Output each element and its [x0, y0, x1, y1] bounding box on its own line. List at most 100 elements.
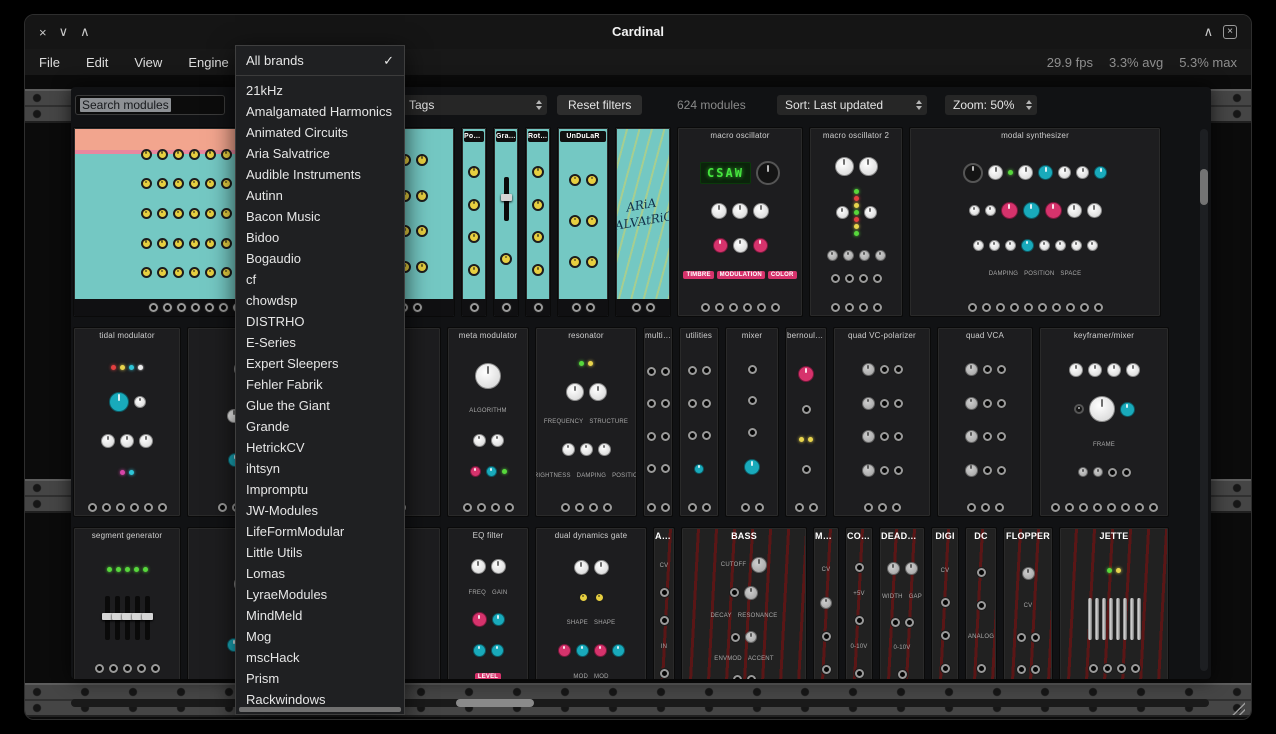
brand-item-little-utils[interactable]: Little Utils	[236, 542, 404, 563]
module-card-resonator[interactable]: resonatorFREQUENCYSTRUCTUREBRIGHTNESSDAM…	[535, 327, 637, 517]
brand-item-mog[interactable]: Mog	[236, 626, 404, 647]
knob	[1087, 203, 1102, 218]
brand-item-mindmeld[interactable]: MindMeld	[236, 605, 404, 626]
brand-item-cf[interactable]: cf	[236, 269, 404, 290]
module-card-modal-synthesizer[interactable]: modal synthesizerDAMPINGPOSITIONSPACE	[909, 127, 1161, 317]
brand-item-impromptu[interactable]: Impromptu	[236, 479, 404, 500]
module-card-quad-vc-polarizer[interactable]: quad VC-polarizer	[833, 327, 931, 517]
module-card-jette[interactable]: JETTE	[1059, 527, 1169, 679]
module-card-amp[interactable]: AMPCVIN	[653, 527, 675, 679]
knob	[491, 644, 504, 657]
module-card[interactable]: ARiASALVAtRiCE	[615, 127, 671, 317]
module-card-mera[interactable]: MERACV	[813, 527, 839, 679]
module-title: DIGI	[932, 528, 958, 542]
module-card-dual-dynamics-gate[interactable]: dual dynamics gateSHAPESHAPEMODMOD	[535, 527, 647, 679]
brand-item-label: LyraeModules	[246, 584, 327, 605]
module-card-deadband[interactable]: DEADBANDWIDTHGAP0-10V	[879, 527, 925, 679]
brand-item-bacon-music[interactable]: Bacon Music	[236, 206, 404, 227]
module-card-utilities[interactable]: utilities	[679, 327, 719, 517]
module-card-macro-oscillator[interactable]: macro oscillatorCSAWTIMBREMODULATIONCOLO…	[677, 127, 803, 317]
knob	[500, 253, 512, 265]
module-card-keyframer-mixer[interactable]: keyframer/mixerFRAME	[1039, 327, 1169, 517]
brand-item-audible-instruments[interactable]: Audible Instruments	[236, 164, 404, 185]
brand-item-amalgamated-harmonics[interactable]: Amalgamated Harmonics	[236, 101, 404, 122]
brand-item-expert-sleepers[interactable]: Expert Sleepers	[236, 353, 404, 374]
brand-item-lyraemodules[interactable]: LyraeModules	[236, 584, 404, 605]
tags-dropdown[interactable]: Tags	[401, 95, 547, 115]
brand-item-autinn[interactable]: Autinn	[236, 185, 404, 206]
brand-item-lomas[interactable]: Lomas	[236, 563, 404, 584]
module-card-mixer[interactable]: mixer	[725, 327, 779, 517]
module-card-conv[interactable]: CONV+5V0-10V	[845, 527, 873, 679]
module-card-bernoulli-gate[interactable]: bernoulli gate	[785, 327, 827, 517]
led	[138, 365, 143, 370]
pin-top-icon[interactable]: ∧	[1204, 24, 1214, 40]
module-card-meta-modulator[interactable]: meta modulatorALGORITHM	[447, 327, 529, 517]
brand-item-bogaudio[interactable]: Bogaudio	[236, 248, 404, 269]
menu-scroll-hint[interactable]	[239, 707, 401, 712]
knob	[732, 203, 748, 219]
brand-item-fehler-fabrik[interactable]: Fehler Fabrik	[236, 374, 404, 395]
module-card-tidal-modulator[interactable]: tidal modulator	[73, 327, 181, 517]
menu-engine[interactable]: Engine	[188, 55, 228, 70]
reset-filters-button[interactable]: Reset filters	[557, 95, 642, 115]
knob	[491, 559, 506, 574]
vertical-scrollbar[interactable]	[1200, 129, 1208, 671]
brand-item-ihtsyn[interactable]: ihtsyn	[236, 458, 404, 479]
brand-item-prism[interactable]: Prism	[236, 668, 404, 689]
close-window-icon[interactable]: ×	[1223, 25, 1237, 39]
knob	[157, 267, 168, 278]
search-input[interactable]: Search modules	[75, 95, 225, 115]
brand-item-label: Audible Instruments	[246, 164, 361, 185]
port-jack	[977, 568, 986, 577]
horizontal-scrollbar-thumb[interactable]	[456, 699, 534, 707]
brand-item-mschack[interactable]: mscHack	[236, 647, 404, 668]
port-jack	[967, 503, 976, 512]
zoom-dropdown[interactable]: Zoom: 50%	[945, 95, 1037, 115]
knob	[1001, 202, 1018, 219]
check-icon: ✓	[383, 50, 394, 71]
led-row	[502, 469, 507, 474]
vertical-scrollbar-thumb[interactable]	[1200, 169, 1208, 205]
brand-item-animated-circuits[interactable]: Animated Circuits	[236, 122, 404, 143]
module-card-undular[interactable]: UnDuLaR	[557, 127, 609, 317]
knob	[586, 215, 598, 227]
module-card-flopper[interactable]: FLOPPERCV	[1003, 527, 1053, 679]
knob	[1094, 166, 1107, 179]
knob	[157, 178, 168, 189]
knob	[1107, 363, 1121, 377]
port-jack	[477, 503, 486, 512]
brand-item-grande[interactable]: Grande	[236, 416, 404, 437]
module-card-segment-generator[interactable]: segment generator	[73, 527, 181, 679]
knob	[1022, 567, 1035, 580]
menu-edit[interactable]: Edit	[86, 55, 108, 70]
brand-item-bidoo[interactable]: Bidoo	[236, 227, 404, 248]
module-card-quad-vca[interactable]: quad VCA	[937, 327, 1033, 517]
brand-item-e-series[interactable]: E-Series	[236, 332, 404, 353]
brand-item-glue-the-giant[interactable]: Glue the Giant	[236, 395, 404, 416]
brand-item-distrho[interactable]: DISTRHO	[236, 311, 404, 332]
module-card-dc[interactable]: DCANALOG	[965, 527, 997, 679]
menu-view[interactable]: View	[134, 55, 162, 70]
module-card-pokies[interactable]: Pokies	[461, 127, 487, 317]
brand-item-21khz[interactable]: 21kHz	[236, 80, 404, 101]
brand-item-chowdsp[interactable]: chowdsp	[236, 290, 404, 311]
module-card-digi[interactable]: DIGICV	[931, 527, 959, 679]
menu-file[interactable]: File	[39, 55, 60, 70]
module-card-multiples[interactable]: multiples	[643, 327, 673, 517]
module-card-macro-oscillator-2[interactable]: macro oscillator 2	[809, 127, 903, 317]
port-jack	[191, 303, 200, 312]
module-card-grabby[interactable]: Grabby	[493, 127, 519, 317]
sort-dropdown[interactable]: Sort: Last updated	[777, 95, 927, 115]
brand-item-aria-salvatrice[interactable]: Aria Salvatrice	[236, 143, 404, 164]
module-card-bass[interactable]: BASSCUTOFFDECAYRESONANCEENVMODACCENT	[681, 527, 807, 679]
module-card-rotatoes[interactable]: Rotatoes	[525, 127, 551, 317]
brand-item-jw-modules[interactable]: JW-Modules	[236, 500, 404, 521]
module-card-eq-filter[interactable]: EQ filterFREQGAINLEVEL	[447, 527, 529, 679]
knob	[965, 464, 978, 477]
brand-item-all-brands[interactable]: All brands✓	[236, 50, 404, 71]
brand-item-label: JW-Modules	[246, 500, 318, 521]
brand-item-hetrickcv[interactable]: HetrickCV	[236, 437, 404, 458]
port-jack	[163, 303, 172, 312]
brand-item-lifeformmodular[interactable]: LifeFormModular	[236, 521, 404, 542]
